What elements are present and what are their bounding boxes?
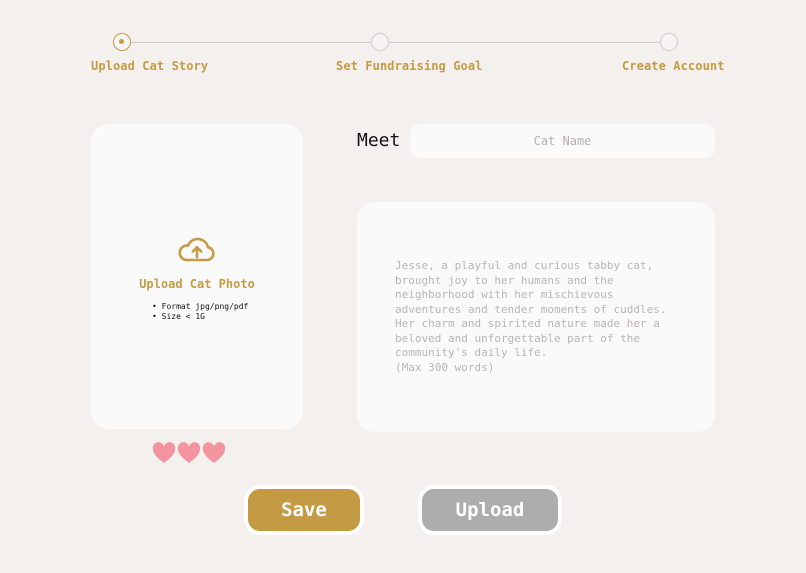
step-connector [389, 42, 660, 43]
meet-label: Meet [357, 130, 401, 151]
hearts-row [152, 442, 228, 464]
step-1-indicator[interactable] [113, 33, 131, 51]
step-2-indicator[interactable] [371, 33, 389, 51]
step-1-label: Upload Cat Story [91, 59, 209, 73]
story-card [357, 202, 715, 432]
progress-stepper: Upload Cat Story Set Fundraising Goal Cr… [0, 0, 806, 90]
step-2-label: Set Fundraising Goal [336, 59, 483, 73]
cat-story-textarea[interactable] [395, 259, 695, 379]
heart-icon [177, 442, 201, 463]
step-3-label: Create Account [622, 59, 725, 73]
size-requirement: Size < 1G [152, 312, 248, 322]
photo-upload-dropzone[interactable]: Upload Cat Photo Format jpg/png/pdf Size… [91, 124, 303, 429]
heart-icon [202, 442, 226, 463]
save-button[interactable]: Save [244, 485, 364, 535]
upload-button[interactable]: Upload [418, 485, 562, 535]
step-3-indicator[interactable] [660, 33, 678, 51]
cat-name-input[interactable] [410, 124, 715, 158]
format-requirement: Format jpg/png/pdf [152, 302, 249, 312]
upload-photo-title: Upload Cat Photo [139, 277, 255, 291]
upload-requirements-list: Format jpg/png/pdf Size < 1G [152, 302, 249, 322]
cloud-upload-icon[interactable] [177, 235, 217, 265]
heart-icon [152, 442, 176, 463]
step-connector [131, 42, 371, 43]
